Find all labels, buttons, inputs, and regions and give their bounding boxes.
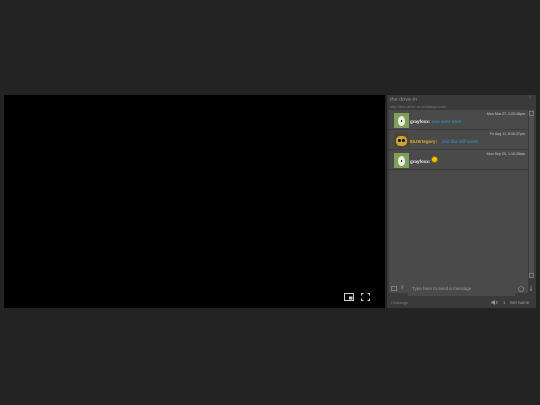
- fullscreen-icon[interactable]: [361, 288, 371, 301]
- attachment-icon[interactable]: [529, 285, 533, 294]
- chat-panel: the drive-in http://the-drive-in.chatang…: [387, 95, 536, 308]
- smiley-emoji-icon: [431, 156, 438, 163]
- message-text: and were back: [432, 119, 462, 124]
- message-username[interactable]: 85J9rtegory:: [410, 139, 437, 144]
- message-text: and this still exists: [442, 139, 479, 144]
- message-timestamp: Mon Mar 27, 1:20:28pm: [486, 112, 525, 116]
- message-username[interactable]: grayfoxx:: [410, 159, 430, 164]
- image-upload-icon[interactable]: [391, 286, 398, 293]
- video-player[interactable]: [4, 95, 385, 308]
- chat-title: the drive-in: [390, 97, 418, 103]
- close-icon[interactable]: ×: [528, 95, 532, 101]
- bug-avatar[interactable]: [394, 133, 409, 148]
- message-input-field[interactable]: [408, 281, 515, 296]
- picture-in-picture-icon[interactable]: [344, 288, 354, 301]
- chatango-brand[interactable]: Chatango: [391, 300, 408, 305]
- message-timestamp: Mon Sep 25, 1:15:28am: [486, 152, 525, 156]
- user-count: 1: [503, 300, 506, 305]
- message-input[interactable]: [408, 281, 515, 296]
- hashtag-icon[interactable]: #: [401, 285, 404, 291]
- chat-message: grayfoxx: and were back Mon Mar 27, 1:20…: [389, 110, 528, 130]
- cat-avatar[interactable]: [394, 113, 409, 128]
- chat-message: grayfoxx: Mon Sep 25, 1:15:28am: [389, 150, 528, 170]
- emoji-picker-icon[interactable]: [518, 286, 524, 294]
- scrollbar[interactable]: [529, 110, 534, 278]
- set-name-link[interactable]: Set name: [510, 300, 529, 305]
- cat-avatar[interactable]: [394, 153, 409, 168]
- scroll-down-icon[interactable]: [529, 273, 534, 278]
- chat-url[interactable]: http://the-drive-in.chatango.com: [390, 104, 446, 109]
- message-username[interactable]: grayfoxx:: [410, 119, 430, 124]
- chat-message: 85J9rtegory: and this still exists Fri A…: [389, 130, 528, 150]
- message-timestamp: Fri Aug 11, 8:16:37pm: [489, 132, 525, 136]
- message-list: grayfoxx: and were back Mon Mar 27, 1:20…: [389, 110, 528, 293]
- scroll-up-icon[interactable]: [529, 111, 534, 116]
- sound-icon[interactable]: [491, 300, 498, 307]
